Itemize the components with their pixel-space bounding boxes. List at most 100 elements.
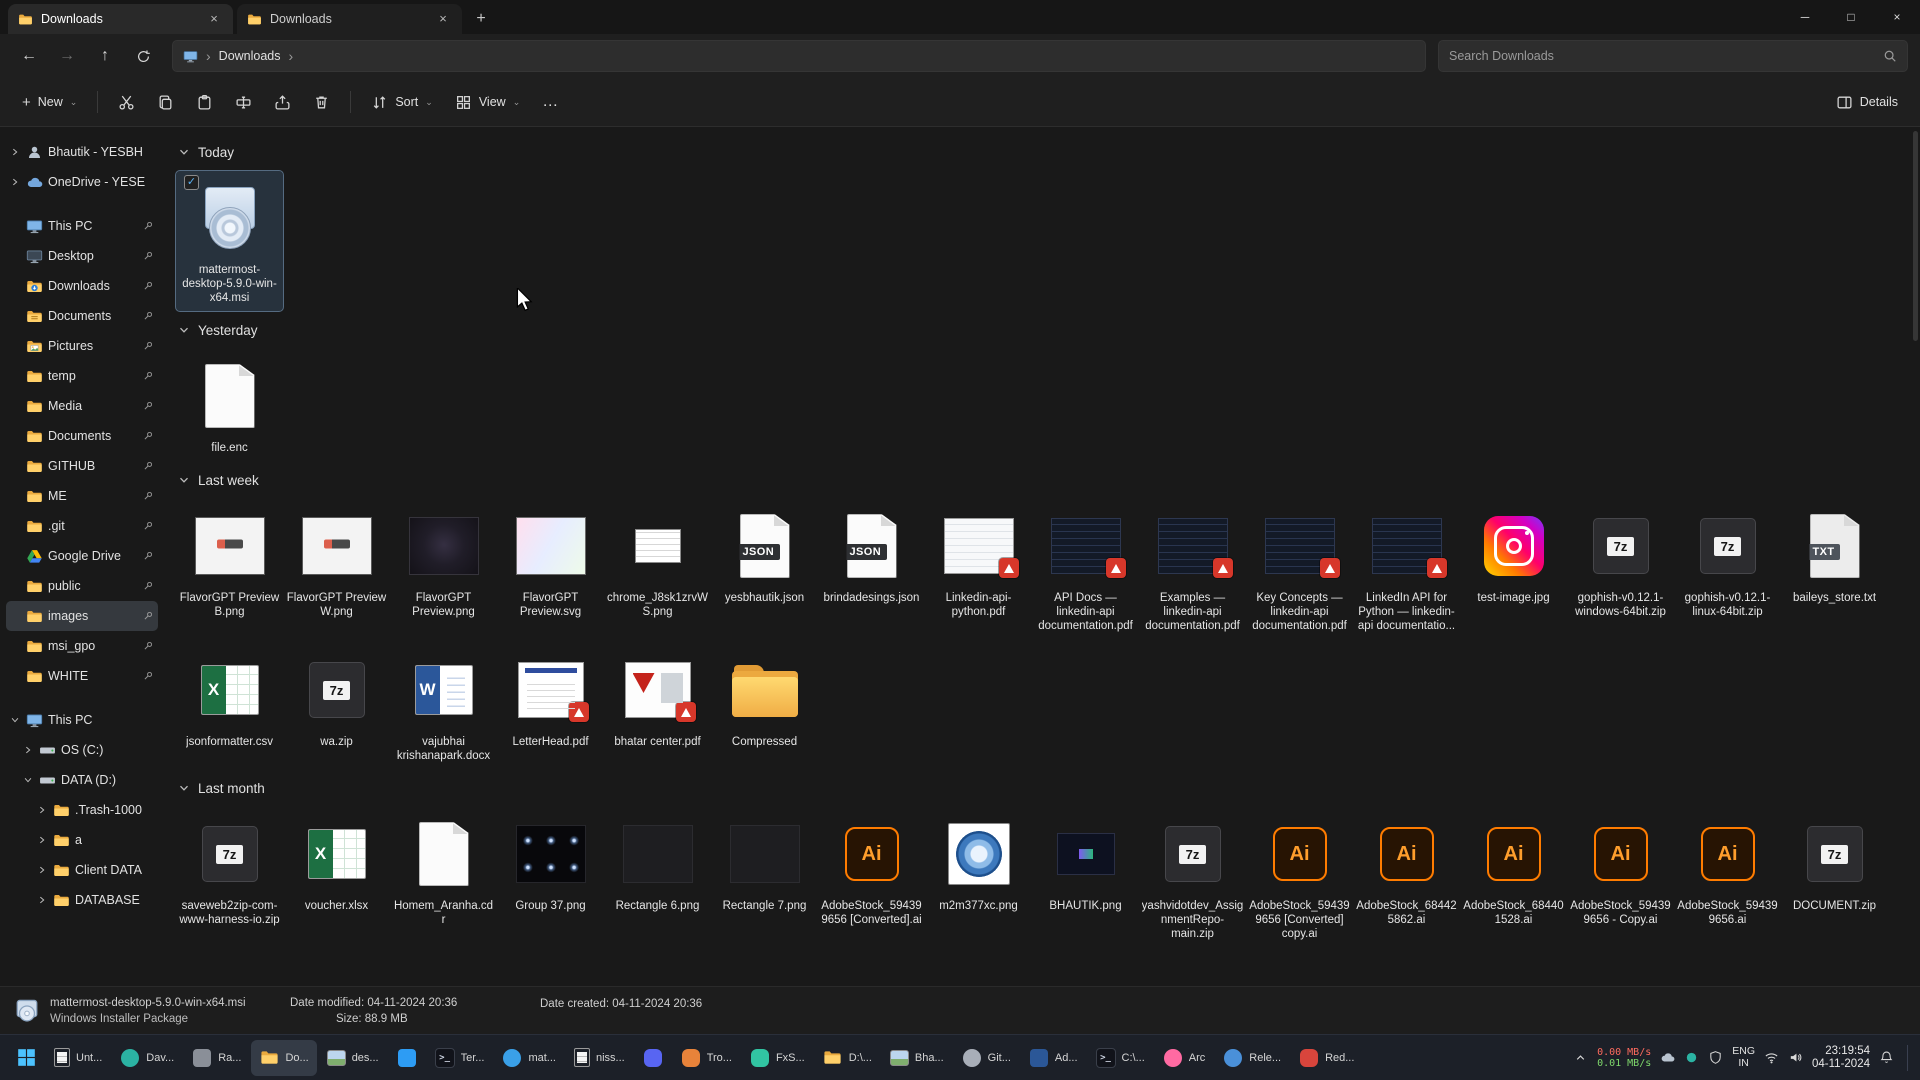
file-tile[interactable]: Homem_Aranha.cdr	[390, 807, 497, 933]
tray-chevron-up-icon[interactable]	[1573, 1050, 1588, 1065]
rename-button[interactable]	[225, 85, 262, 119]
sidebar-item[interactable]: Google Drive	[6, 541, 158, 571]
sidebar-item[interactable]: ME	[6, 481, 158, 511]
file-tile[interactable]: 7zgophish-v0.12.1-linux-64bit.zip	[1674, 499, 1781, 625]
file-tile[interactable]: Linkedin-api-python.pdf	[925, 499, 1032, 625]
delete-button[interactable]	[303, 85, 340, 119]
chevron-right-icon[interactable]	[9, 147, 21, 157]
file-tile[interactable]: LinkedIn API for Python — linkedin-api d…	[1353, 499, 1460, 639]
cut-button[interactable]	[108, 85, 145, 119]
refresh-button[interactable]	[126, 40, 160, 72]
show-desktop-button[interactable]	[1907, 1045, 1910, 1071]
maximize-button[interactable]: □	[1828, 0, 1874, 33]
notification-bell-icon[interactable]	[1879, 1050, 1894, 1065]
file-tile[interactable]: Group 37.png	[497, 807, 604, 919]
language-indicator[interactable]: ENG IN	[1732, 1046, 1755, 1069]
file-pane[interactable]: Today✓mattermost-desktop-5.9.0-win-x64.m…	[162, 127, 1920, 986]
taskbar-item-ad[interactable]: Ad...	[1021, 1040, 1086, 1076]
sidebar-item[interactable]: images	[6, 601, 158, 631]
sidebar-item[interactable]: DATABASE	[6, 885, 158, 915]
file-tile[interactable]: 7zDOCUMENT.zip	[1781, 807, 1888, 919]
taskbar-item-niss[interactable]: niss...	[566, 1040, 633, 1076]
chevron-down-icon[interactable]	[22, 775, 34, 785]
group-header[interactable]: Today	[178, 139, 1920, 165]
file-tile[interactable]: AiAdobeStock_594399656 [Converted] copy.…	[1246, 807, 1353, 947]
onedrive-cloud-icon[interactable]	[1660, 1050, 1675, 1065]
taskbar-item-ra[interactable]: Ra...	[184, 1040, 249, 1076]
file-tile[interactable]: 7zwa.zip	[283, 643, 390, 755]
file-tile[interactable]: FlavorGPT Preview.png	[390, 499, 497, 625]
file-tile[interactable]: Rectangle 7.png	[711, 807, 818, 919]
file-tile[interactable]: test-image.jpg	[1460, 499, 1567, 611]
sidebar-item[interactable]: Documents	[6, 301, 158, 331]
new-tab-button[interactable]: +	[466, 6, 496, 34]
file-tile[interactable]: FlavorGPT Preview W.png	[283, 499, 390, 625]
file-tile[interactable]: file.enc	[176, 349, 283, 461]
chevron-right-icon[interactable]	[36, 865, 48, 875]
chevron-right-icon[interactable]	[36, 805, 48, 815]
more-options-button[interactable]: …	[532, 85, 569, 119]
sidebar-item[interactable]: Client DATA	[6, 855, 158, 885]
search-input[interactable]	[1449, 49, 1883, 63]
tray-shield-icon[interactable]	[1708, 1050, 1723, 1065]
chevron-right-icon[interactable]	[9, 177, 21, 187]
sidebar-item[interactable]: This PC	[6, 705, 158, 735]
close-tab-icon[interactable]: ×	[205, 10, 223, 28]
file-tile[interactable]: TXTbaileys_store.txt	[1781, 499, 1888, 611]
start-button[interactable]	[8, 1040, 44, 1076]
group-header[interactable]: Last week	[178, 467, 1920, 493]
taskbar-item-notepad[interactable]: Unt...	[46, 1040, 110, 1076]
file-tile[interactable]: FlavorGPT Preview.svg	[497, 499, 604, 625]
file-tile[interactable]: Compressed	[711, 643, 818, 755]
taskbar-item-discord[interactable]	[635, 1040, 671, 1076]
sidebar-item[interactable]: msi_gpo	[6, 631, 158, 661]
view-button[interactable]: View ⌄	[445, 85, 530, 119]
file-tile[interactable]: Xjsonformatter.csv	[176, 643, 283, 755]
file-tile[interactable]: Wvajubhai krishanapark.docx	[390, 643, 497, 769]
sidebar-item[interactable]: DATA (D:)	[6, 765, 158, 795]
taskbar-item-tro[interactable]: Tro...	[673, 1040, 740, 1076]
wifi-icon[interactable]	[1764, 1050, 1779, 1065]
close-tab-icon[interactable]: ×	[434, 10, 452, 28]
sidebar-item[interactable]: GITHUB	[6, 451, 158, 481]
file-tile[interactable]: Examples — linkedin-api documentation.pd…	[1139, 499, 1246, 639]
copy-button[interactable]	[147, 85, 184, 119]
file-tile[interactable]: Rectangle 6.png	[604, 807, 711, 919]
tab-downloads-2[interactable]: Downloads ×	[237, 4, 462, 34]
taskbar-item-explorer-d-drive[interactable]: D:\...	[815, 1040, 880, 1076]
sidebar-item[interactable]: This PC	[6, 211, 158, 241]
search-box[interactable]	[1438, 40, 1908, 72]
sidebar-item[interactable]: Documents	[6, 421, 158, 451]
file-tile[interactable]: 7zsaveweb2zip-com-www-harness-io.zip	[176, 807, 283, 933]
taskbar-item-terminal[interactable]: >_Ter...	[427, 1040, 493, 1076]
file-tile[interactable]: AiAdobeStock_594399656 [Converted].ai	[818, 807, 925, 933]
group-header[interactable]: Last month	[178, 775, 1920, 801]
sidebar-item[interactable]: OS (C:)	[6, 735, 158, 765]
file-tile[interactable]: m2m377xc.png	[925, 807, 1032, 919]
forward-button[interactable]: →	[50, 40, 84, 72]
taskbar-item-arc[interactable]: Arc	[1155, 1040, 1214, 1076]
taskbar-item-davinci[interactable]: Dav...	[112, 1040, 182, 1076]
paste-button[interactable]	[186, 85, 223, 119]
file-tile[interactable]: bhatar center.pdf	[604, 643, 711, 755]
new-button[interactable]: + New ⌄	[12, 85, 87, 119]
file-tile[interactable]: 7zgophish-v0.12.1-windows-64bit.zip	[1567, 499, 1674, 625]
sidebar-item[interactable]: .git	[6, 511, 158, 541]
file-tile[interactable]: Xvoucher.xlsx	[283, 807, 390, 919]
sidebar-item[interactable]: Desktop	[6, 241, 158, 271]
chevron-right-icon[interactable]	[36, 895, 48, 905]
taskbar-item-red[interactable]: Red...	[1291, 1040, 1362, 1076]
taskbar-item-explorer-downloads[interactable]: Do...	[251, 1040, 316, 1076]
taskbar-item-github[interactable]: Git...	[954, 1040, 1019, 1076]
group-header[interactable]: Yesterday	[178, 317, 1920, 343]
taskbar-item-design[interactable]: des...	[319, 1040, 387, 1076]
file-tile[interactable]: FlavorGPT Preview B.png	[176, 499, 283, 625]
taskbar-item-mattermost[interactable]: mat...	[494, 1040, 564, 1076]
minimize-button[interactable]: ─	[1782, 0, 1828, 33]
sidebar-item[interactable]: temp	[6, 361, 158, 391]
chevron-right-icon[interactable]	[36, 835, 48, 845]
taskbar-item-bha[interactable]: Bha...	[882, 1040, 952, 1076]
sidebar-item[interactable]: public	[6, 571, 158, 601]
file-tile[interactable]: chrome_J8sk1zrvWS.png	[604, 499, 711, 625]
file-tile[interactable]: Key Concepts — linkedin-api documentatio…	[1246, 499, 1353, 639]
